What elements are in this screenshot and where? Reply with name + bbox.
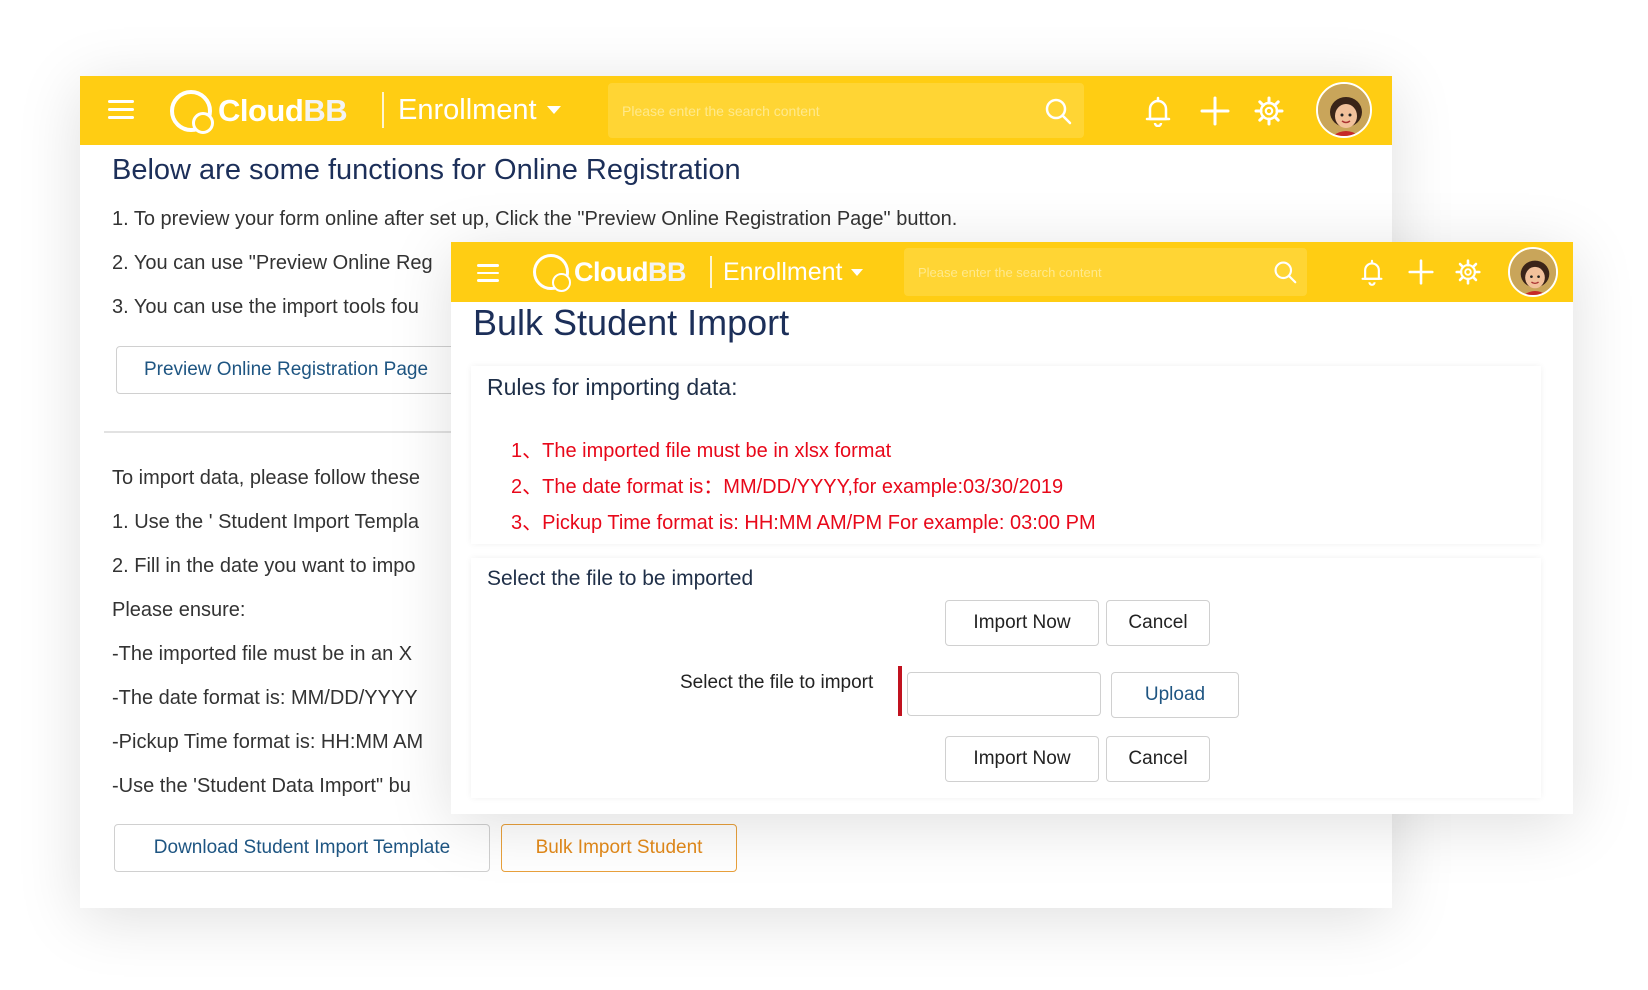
search-input[interactable] <box>620 83 1024 138</box>
bulk-student-import-window: CloudBB Enrollment Please enter the sear… <box>451 242 1573 814</box>
bell-icon[interactable] <box>1360 258 1384 286</box>
plus-icon[interactable] <box>1408 259 1434 285</box>
logo-cloud-text: Cloud <box>218 93 304 128</box>
cancel-label: Cancel <box>1128 612 1188 633</box>
rules-heading: Rules for importing data: <box>487 374 738 400</box>
download-template-button[interactable]: Download Student Import Template <box>114 824 490 872</box>
rule-item: 3、Pickup Time format is: HH:MM AM/PM For… <box>511 512 1096 534</box>
cancel-button[interactable]: Cancel <box>1106 736 1210 782</box>
preview-registration-button[interactable]: Preview Online Registration Page <box>116 346 456 394</box>
import-step: 2. Fill in the date you want to impo <box>112 555 416 577</box>
import-step: Please ensure: <box>112 599 246 621</box>
page-title: Below are some functions for Online Regi… <box>112 154 741 186</box>
upload-label: Upload <box>1144 684 1206 705</box>
page-title: Bulk Student Import <box>473 302 790 343</box>
import-now-button[interactable]: Import Now <box>945 600 1099 646</box>
rule-item: 1、The imported file must be in xlsx form… <box>511 440 892 462</box>
import-step: -Use the 'Student Data Import" bu <box>112 775 411 797</box>
gear-icon[interactable] <box>1254 96 1284 126</box>
info-line: 1. To preview your form online after set… <box>112 208 958 230</box>
cloudbb-logo[interactable]: CloudBB <box>170 88 348 134</box>
rules-card: Rules for importing data: 1、The imported… <box>471 366 1541 544</box>
chevron-down-icon <box>546 106 561 114</box>
top-bar: CloudBB Enrollment <box>451 242 1573 302</box>
header-divider <box>710 256 712 288</box>
download-template-label: Download Student Import Template <box>153 837 451 858</box>
menu-icon[interactable] <box>477 264 499 282</box>
search-icon[interactable] <box>1044 97 1072 125</box>
module-label: Enrollment <box>398 93 537 126</box>
import-step: 1. Use the ' Student Import Templa <box>112 511 419 533</box>
import-intro: To import data, please follow these <box>112 467 420 489</box>
import-step: -Pickup Time format is: HH:MM AM <box>112 731 424 753</box>
import-step: -The imported file must be in an X <box>112 643 413 665</box>
section-divider <box>104 431 464 433</box>
import-now-label: Import Now <box>973 612 1071 633</box>
file-path-field[interactable] <box>907 672 1101 716</box>
header-divider <box>382 92 384 128</box>
preview-registration-label: Preview Online Registration Page <box>143 359 429 380</box>
search-box <box>904 248 1307 296</box>
gear-icon[interactable] <box>1455 259 1481 285</box>
file-input-label: Select the file to import <box>680 672 874 693</box>
module-dropdown[interactable]: Enrollment <box>723 254 863 290</box>
logo-bb-text: BB <box>303 93 348 128</box>
module-dropdown[interactable]: Enrollment <box>398 90 561 130</box>
upload-button[interactable]: Upload <box>1111 672 1239 718</box>
cancel-button[interactable]: Cancel <box>1106 600 1210 646</box>
required-marker <box>898 666 902 716</box>
bell-icon[interactable] <box>1144 95 1172 127</box>
avatar[interactable] <box>1508 247 1558 297</box>
bulk-import-student-button[interactable]: Bulk Import Student <box>501 824 737 872</box>
logo-cloud-text: Cloud <box>574 256 648 287</box>
chevron-down-icon <box>850 268 863 276</box>
info-line: 2. You can use "Preview Online Reg <box>112 252 433 274</box>
import-now-button[interactable]: Import Now <box>945 736 1099 782</box>
menu-icon[interactable] <box>108 100 134 119</box>
import-step: -The date format is: MM/DD/YYYY <box>112 687 418 709</box>
top-bar: CloudBB Enrollment <box>80 76 1392 145</box>
file-select-heading: Select the file to be imported <box>487 567 754 590</box>
cancel-label: Cancel <box>1128 748 1188 769</box>
import-now-label: Import Now <box>973 748 1071 769</box>
search-input[interactable] <box>916 248 1247 296</box>
logo-bb-text: BB <box>647 256 687 287</box>
cloudbb-logo[interactable]: CloudBB <box>533 252 686 292</box>
avatar[interactable] <box>1316 82 1372 138</box>
plus-icon[interactable] <box>1200 96 1230 126</box>
module-label: Enrollment <box>723 257 843 286</box>
rule-item: 2、The date format is：MM/DD/YYYY,for exam… <box>511 476 1064 498</box>
search-icon[interactable] <box>1273 260 1297 284</box>
bulk-import-student-label: Bulk Import Student <box>535 837 703 858</box>
file-select-card: Select the file to be imported Import No… <box>471 558 1541 798</box>
info-line: 3. You can use the import tools fou <box>112 296 419 318</box>
search-box <box>608 83 1084 138</box>
